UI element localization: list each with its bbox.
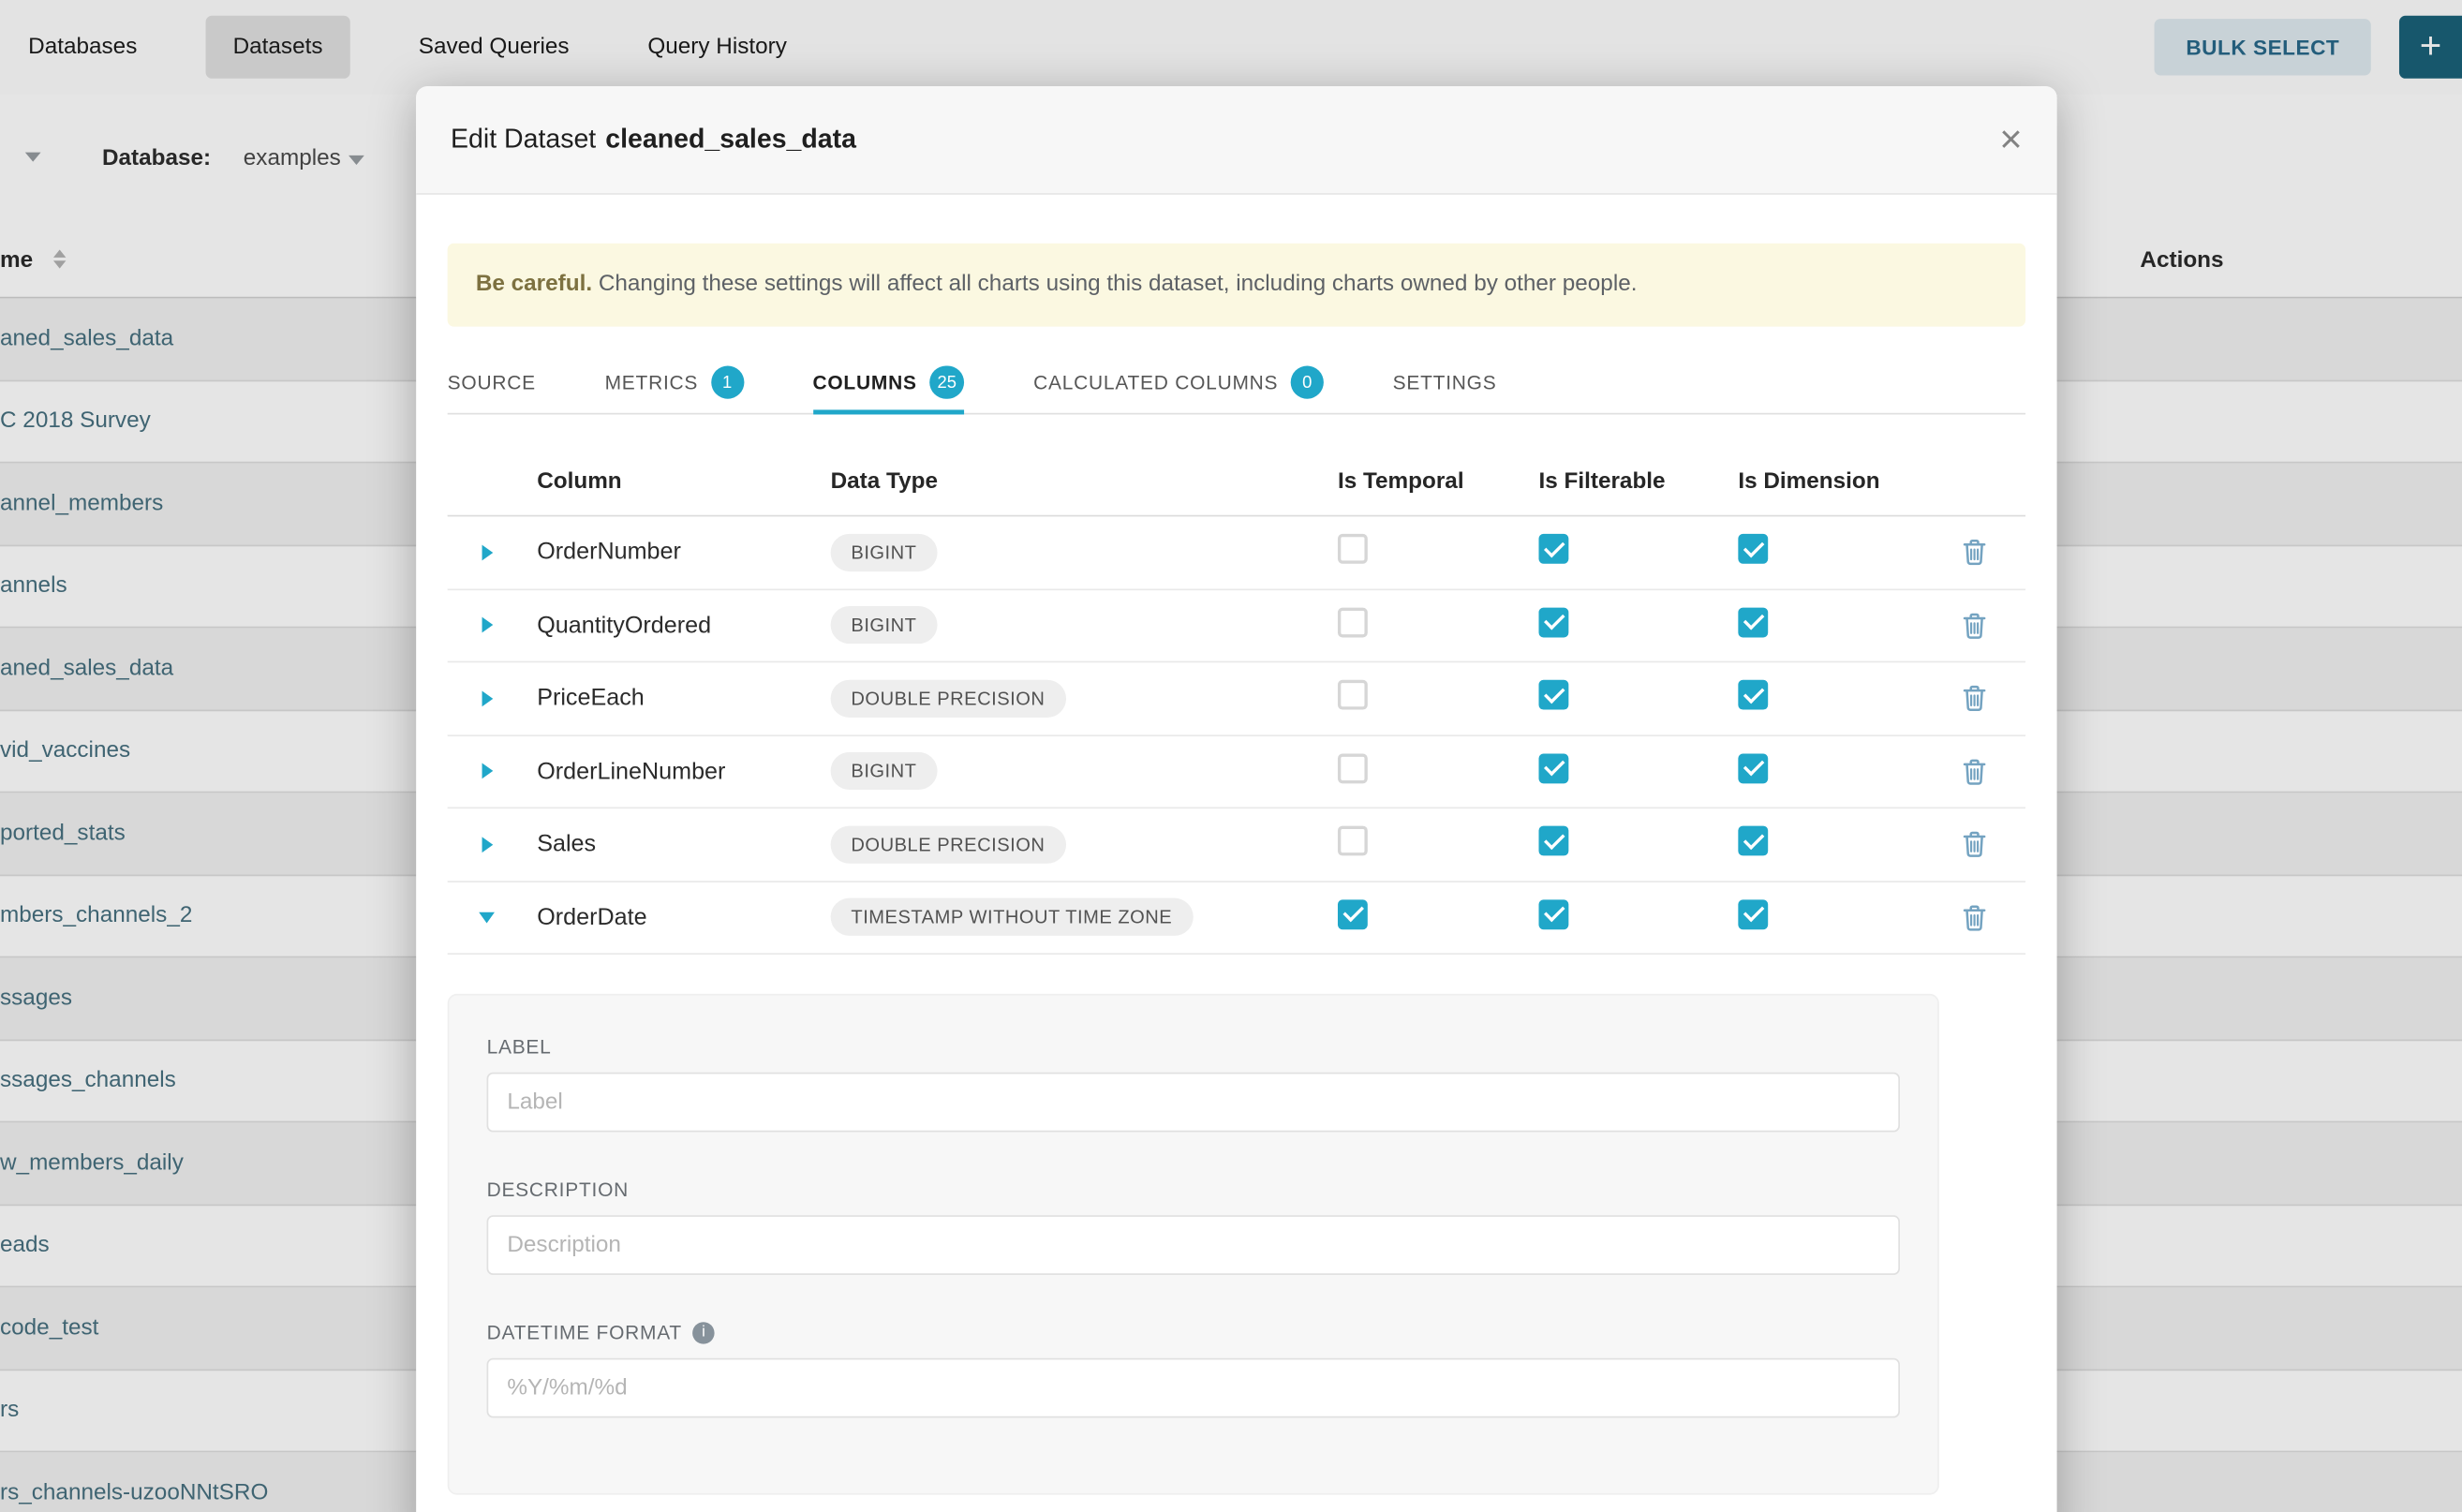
edit-dataset-modal: Edit Dataset cleaned_sales_data × Be care…: [416, 86, 2056, 1512]
modal-body: Be careful. Changing these settings will …: [416, 244, 2056, 1495]
column-name: QuantityOrdered: [526, 612, 816, 638]
is-filterable-header: Is Filterable: [1520, 468, 1719, 494]
column-row: OrderDate TIMESTAMP WITHOUT TIME ZONE: [448, 882, 2025, 955]
column-name: Sales: [526, 831, 816, 857]
delete-column-icon[interactable]: [1963, 685, 1986, 711]
column-row: Sales DOUBLE PRECISION: [448, 808, 2025, 882]
modal-tabs: SOURCE METRICS 1 COLUMNS 25 CALCULATED C…: [448, 351, 2025, 414]
tab-calculated-columns[interactable]: CALCULATED COLUMNS 0: [1033, 351, 1324, 412]
modal-title-prefix: Edit Dataset: [451, 124, 596, 154]
description-field-label: DESCRIPTION: [487, 1179, 1900, 1201]
is-filterable-checkbox[interactable]: [1538, 826, 1568, 856]
tab-columns[interactable]: COLUMNS 25: [812, 351, 964, 412]
is-dimension-header: Is Dimension: [1719, 468, 1923, 494]
tab-source[interactable]: SOURCE: [448, 351, 536, 412]
datetime-format-input[interactable]: [487, 1358, 1900, 1418]
is-temporal-checkbox[interactable]: [1338, 826, 1368, 856]
column-name: OrderNumber: [526, 539, 816, 565]
columns-count-badge: 25: [929, 366, 964, 399]
column-name: OrderLineNumber: [526, 758, 816, 784]
calculated-columns-count-badge: 0: [1291, 366, 1324, 399]
is-dimension-checkbox[interactable]: [1738, 534, 1768, 564]
description-field-group: DESCRIPTION: [487, 1179, 1900, 1275]
tab-label: CALCULATED COLUMNS: [1033, 371, 1278, 393]
data-type-pill: BIGINT: [831, 533, 938, 571]
is-filterable-checkbox[interactable]: [1538, 534, 1568, 564]
tab-settings[interactable]: SETTINGS: [1393, 351, 1497, 412]
is-dimension-checkbox[interactable]: [1738, 607, 1768, 637]
delete-column-icon[interactable]: [1963, 612, 1986, 638]
is-dimension-checkbox[interactable]: [1738, 899, 1768, 929]
column-name: PriceEach: [526, 685, 816, 711]
delete-column-icon[interactable]: [1963, 758, 1986, 784]
expand-caret-icon[interactable]: [482, 690, 493, 706]
column-detail-panel: LABEL DESCRIPTION DATETIME FORMAT: [448, 994, 1939, 1495]
metrics-count-badge: 1: [711, 366, 744, 399]
modal-header: Edit Dataset cleaned_sales_data ×: [416, 86, 2056, 195]
tab-metrics[interactable]: METRICS 1: [605, 351, 744, 412]
field-label-text: DATETIME FORMAT: [487, 1322, 682, 1343]
is-temporal-header: Is Temporal: [1319, 468, 1520, 494]
column-name: OrderDate: [526, 904, 816, 930]
is-temporal-checkbox[interactable]: [1338, 534, 1368, 564]
modal-title: Edit Dataset cleaned_sales_data: [451, 124, 856, 156]
modal-dataset-name: cleaned_sales_data: [605, 124, 856, 154]
columns-table-header: Column Data Type Is Temporal Is Filterab…: [448, 448, 2025, 517]
label-field-group: LABEL: [487, 1036, 1900, 1132]
data-type-pill: DOUBLE PRECISION: [831, 825, 1066, 863]
expand-caret-icon[interactable]: [482, 544, 493, 560]
datetime-format-field-label: DATETIME FORMAT: [487, 1322, 1900, 1343]
is-filterable-checkbox[interactable]: [1538, 680, 1568, 710]
is-dimension-checkbox[interactable]: [1738, 680, 1768, 710]
is-temporal-checkbox[interactable]: [1338, 680, 1368, 710]
datetime-format-field-group: DATETIME FORMAT: [487, 1322, 1900, 1417]
data-type-pill: BIGINT: [831, 606, 938, 644]
is-dimension-checkbox[interactable]: [1738, 753, 1768, 783]
close-icon[interactable]: ×: [1999, 120, 2022, 159]
tab-label: COLUMNS: [812, 371, 916, 393]
tab-label: SOURCE: [448, 371, 536, 393]
column-row: OrderNumber BIGINT: [448, 516, 2025, 589]
tab-label: METRICS: [605, 371, 699, 393]
is-filterable-checkbox[interactable]: [1538, 607, 1568, 637]
delete-column-icon[interactable]: [1963, 831, 1986, 857]
is-temporal-checkbox[interactable]: [1338, 899, 1368, 929]
is-dimension-checkbox[interactable]: [1738, 826, 1768, 856]
data-type-pill: BIGINT: [831, 752, 938, 790]
column-row: PriceEach DOUBLE PRECISION: [448, 662, 2025, 735]
label-field-label: LABEL: [487, 1036, 1900, 1058]
tab-label: SETTINGS: [1393, 371, 1497, 393]
is-temporal-checkbox[interactable]: [1338, 607, 1368, 637]
collapse-caret-icon[interactable]: [479, 912, 495, 923]
screen: Databases Datasets Saved Queries Query H…: [0, 0, 2462, 1512]
data-type-pill: DOUBLE PRECISION: [831, 679, 1066, 717]
expand-caret-icon[interactable]: [482, 763, 493, 779]
delete-column-icon[interactable]: [1963, 904, 1986, 930]
delete-column-icon[interactable]: [1963, 539, 1986, 565]
is-filterable-checkbox[interactable]: [1538, 753, 1568, 783]
field-label-text: DESCRIPTION: [487, 1179, 629, 1201]
description-input[interactable]: [487, 1215, 1900, 1275]
warning-banner-text: Changing these settings will affect all …: [599, 272, 1638, 297]
warning-banner-bold: Be careful.: [476, 272, 592, 297]
label-input[interactable]: [487, 1073, 1900, 1133]
is-filterable-checkbox[interactable]: [1538, 899, 1568, 929]
data-type-pill: TIMESTAMP WITHOUT TIME ZONE: [831, 898, 1193, 936]
expand-caret-icon[interactable]: [482, 617, 493, 633]
expand-caret-icon[interactable]: [482, 837, 493, 852]
warning-banner: Be careful. Changing these settings will …: [448, 244, 2025, 327]
info-icon[interactable]: [693, 1322, 715, 1343]
column-row: QuantityOrdered BIGINT: [448, 589, 2025, 662]
data-type-header: Data Type: [817, 468, 1319, 494]
is-temporal-checkbox[interactable]: [1338, 753, 1368, 783]
column-row: OrderLineNumber BIGINT: [448, 735, 2025, 808]
field-label-text: LABEL: [487, 1036, 552, 1058]
column-header: Column: [526, 468, 816, 494]
